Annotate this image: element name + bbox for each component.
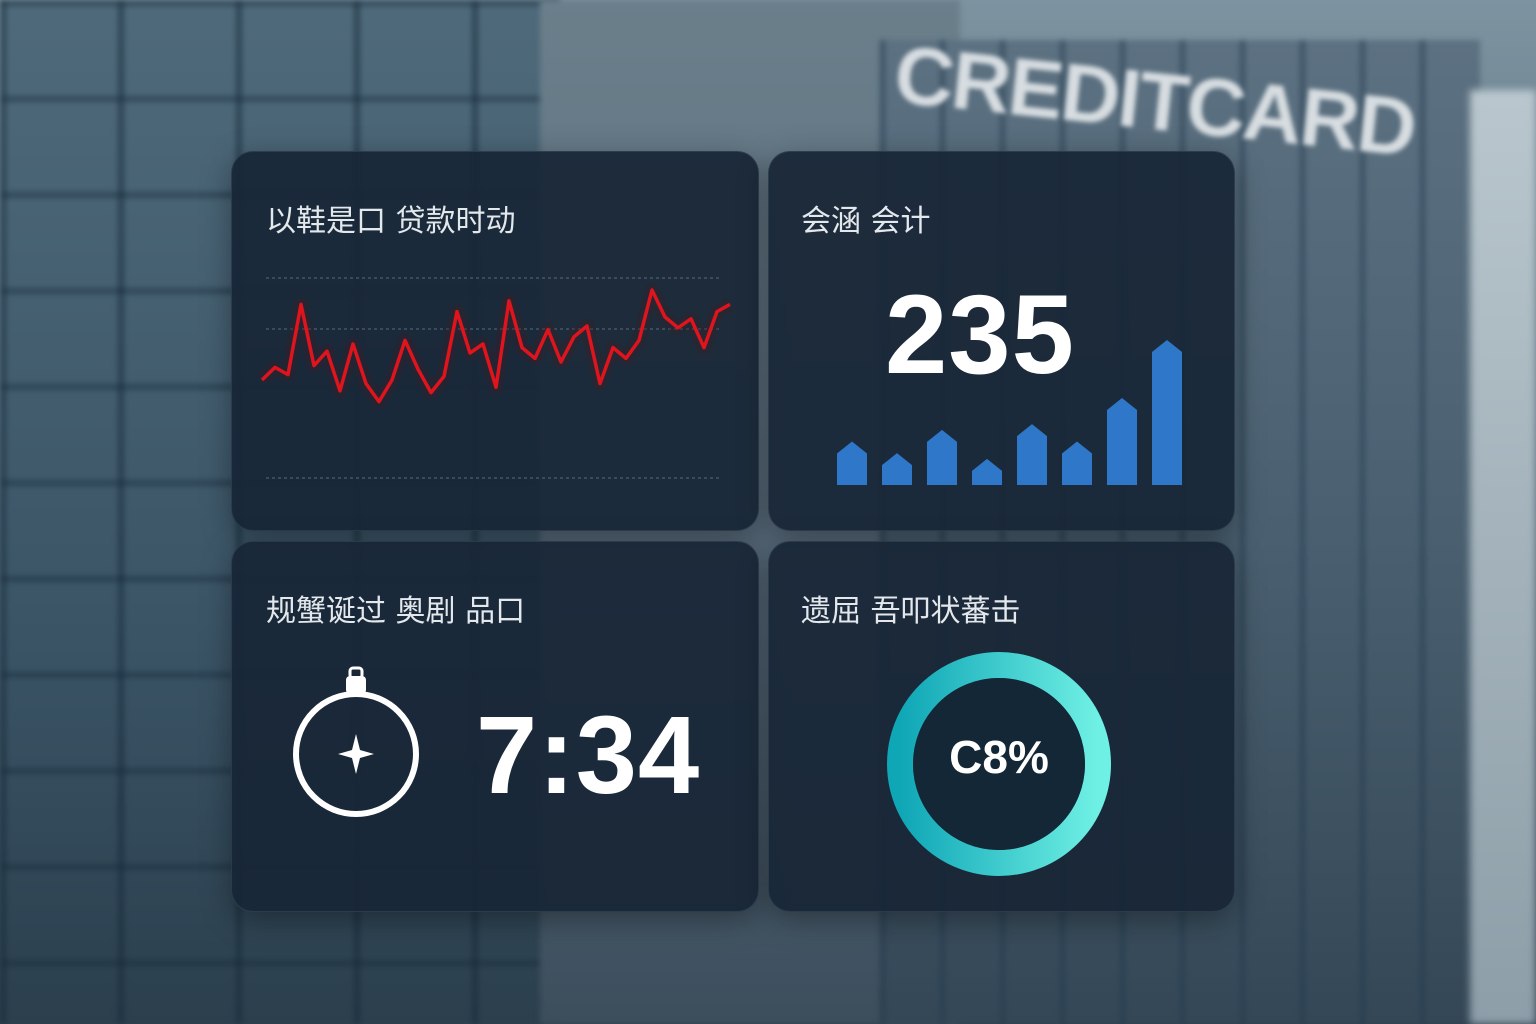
progress-ring-label: C8%: [949, 731, 1049, 783]
bar: [882, 453, 912, 485]
bar-chart: [837, 340, 1182, 485]
count-card[interactable]: 会涵 会计 235: [768, 151, 1235, 531]
ring-card-title: 遗屈 吾叩状蕃击: [801, 594, 1021, 629]
time-card[interactable]: 规蟹诞过 奥剧 品口 7:34: [231, 541, 759, 912]
bar: [837, 441, 867, 485]
bar: [1152, 340, 1182, 485]
line-chart-card[interactable]: 以鞋是口 贷款时动: [231, 151, 759, 531]
bar: [1017, 424, 1047, 485]
bar: [927, 429, 957, 485]
bar: [1062, 441, 1092, 485]
time-card-title: 规蟹诞过 奥剧 品口: [266, 594, 526, 629]
building-edge: [1470, 90, 1536, 1024]
bar: [972, 458, 1002, 485]
bar: [1107, 398, 1137, 485]
stopwatch-icon: [293, 666, 419, 817]
line-chart: [257, 277, 734, 479]
ring-card[interactable]: 遗屈 吾叩状蕃击 C8%: [768, 541, 1235, 912]
time-value: 7:34: [476, 694, 701, 817]
